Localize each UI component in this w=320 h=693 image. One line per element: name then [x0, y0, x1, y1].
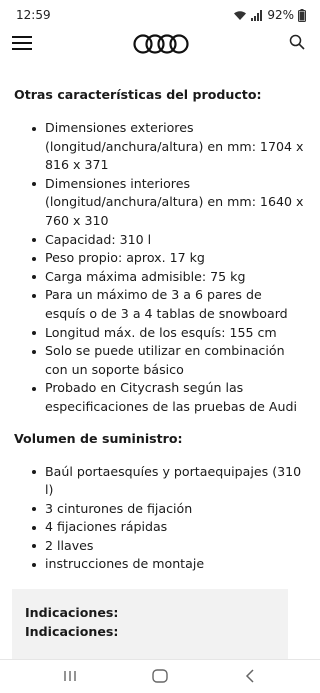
recent-apps-icon[interactable] [63, 669, 77, 683]
list-item: 4 fijaciones rápidas [14, 518, 306, 537]
audi-rings-logo[interactable] [133, 33, 189, 55]
battery-percent: 92% [267, 8, 294, 22]
battery-icon [298, 8, 306, 22]
status-time: 12:59 [16, 8, 51, 22]
list-item: Longitud máx. de los esquís: 155 cm [14, 324, 306, 343]
wifi-icon [234, 10, 247, 20]
status-icons: 92% [233, 8, 306, 22]
delivery-list: Baúl portaesquíes y portaequipajes (310 … [14, 463, 306, 575]
status-bar: 12:59 92% [0, 0, 320, 30]
features-list: Dimensiones exteriores (longitud/anchura… [14, 119, 306, 417]
app-header [0, 30, 320, 62]
search-icon[interactable] [289, 34, 305, 50]
list-item: Solo se puede utilizar en combinación co… [14, 342, 306, 379]
back-icon[interactable] [244, 669, 256, 683]
list-item: Carga máxima admisible: 75 kg [14, 268, 306, 287]
hamburger-menu-icon[interactable] [12, 36, 32, 52]
list-item: 3 cinturones de fijación [14, 500, 306, 519]
system-nav-bar [0, 659, 320, 693]
list-item: Baúl portaesquíes y portaequipajes (310 … [14, 463, 306, 500]
delivery-title: Volumen de suministro: [14, 430, 183, 446]
list-item: Probado en Citycrash según las especific… [14, 379, 306, 416]
list-item: 2 llaves [14, 537, 306, 556]
list-item: instrucciones de montaje [14, 555, 306, 574]
features-title: Otras características del producto: [14, 87, 262, 102]
notes-panel: Indicaciones: Indicaciones: [12, 589, 288, 659]
home-icon[interactable] [152, 669, 168, 683]
notes-subheading: Indicaciones: [25, 624, 119, 639]
list-item: Para un máximo de 3 a 6 pares de esquís … [14, 286, 306, 323]
list-item: Dimensiones interiores (longitud/anchura… [14, 175, 306, 231]
product-details: Otras características del producto: Dime… [14, 85, 306, 574]
notes-heading: Indicaciones: [25, 605, 119, 620]
signal-icon [251, 9, 263, 21]
list-item: Peso propio: aprox. 17 kg [14, 249, 306, 268]
list-item: Dimensiones exteriores (longitud/anchura… [14, 119, 306, 175]
list-item: Capacidad: 310 l [14, 231, 306, 250]
